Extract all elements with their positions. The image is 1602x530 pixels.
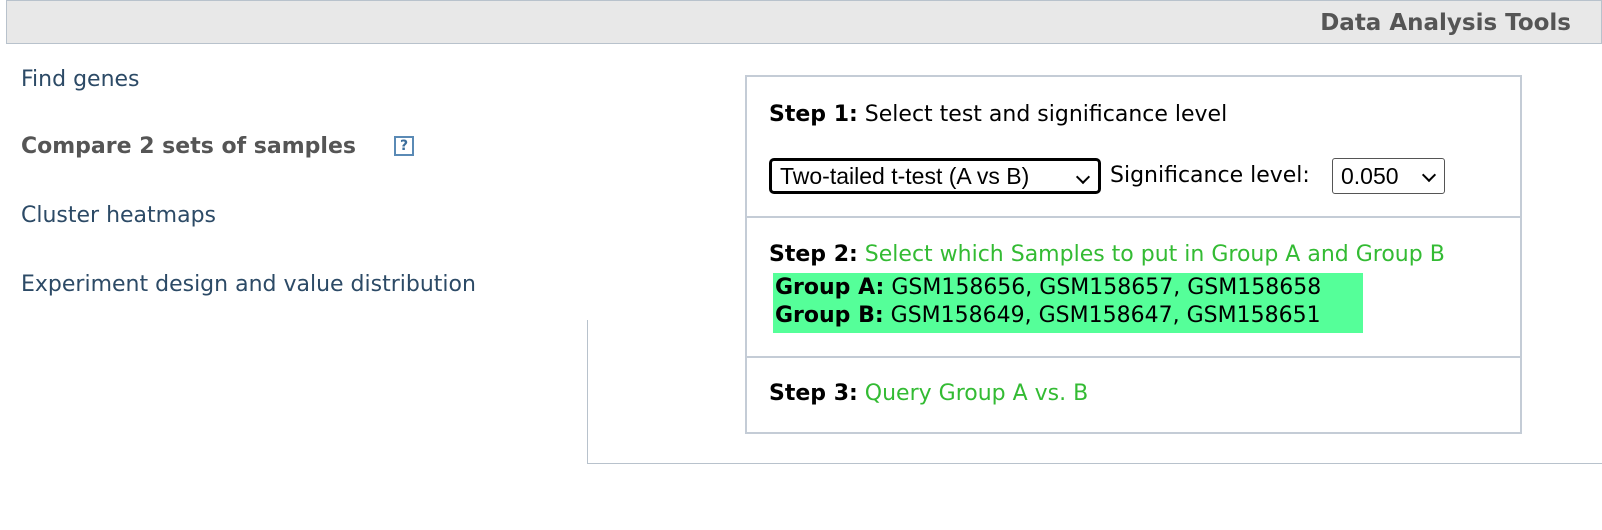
significance-value: 0.050 (1341, 163, 1399, 189)
nav-cluster-heatmaps[interactable]: Cluster heatmaps (21, 203, 216, 228)
nav-find-genes[interactable]: Find genes (21, 67, 140, 92)
significance-select[interactable]: 0.050 (1332, 158, 1445, 194)
select-samples-link[interactable]: Select which Samples to put in Group A a… (865, 242, 1445, 267)
step2-heading: Step 2: Select which Samples to put in G… (769, 242, 1445, 267)
steps-panel: Step 1: Select test and significance lev… (745, 75, 1522, 434)
group-b-samples: GSM158649, GSM158647, GSM158651 (890, 303, 1321, 328)
chevron-down-icon (1075, 169, 1091, 185)
step1-text: Select test and significance level (864, 102, 1228, 127)
chevron-down-icon (1421, 167, 1437, 183)
query-link[interactable]: Query Group A vs. B (865, 381, 1088, 406)
group-a-line: Group A: GSM158656, GSM158657, GSM158658 (775, 275, 1321, 300)
test-type-value: Two-tailed t-test (A vs B) (780, 163, 1030, 189)
group-a-samples: GSM158656, GSM158657, GSM158658 (891, 275, 1322, 300)
step3-section: Step 3: Query Group A vs. B (747, 358, 1520, 434)
step1-section: Step 1: Select test and significance lev… (747, 77, 1520, 218)
frame-divider-vertical (587, 320, 588, 464)
help-icon[interactable]: ? (394, 136, 414, 156)
step3-heading: Step 3: Query Group A vs. B (769, 381, 1088, 406)
groups-summary: Group A: GSM158656, GSM158657, GSM158658… (773, 273, 1363, 333)
header-bar: Data Analysis Tools (6, 0, 1602, 44)
significance-label: Significance level: (1110, 163, 1310, 188)
nav-compare-samples[interactable]: Compare 2 sets of samples (21, 134, 356, 159)
step2-section: Step 2: Select which Samples to put in G… (747, 218, 1520, 358)
step1-heading: Step 1: Select test and significance lev… (769, 102, 1227, 127)
test-type-select[interactable]: Two-tailed t-test (A vs B) (769, 158, 1101, 194)
step1-label: Step 1: (769, 102, 858, 127)
group-b-label: Group B: (775, 303, 884, 328)
step3-label: Step 3: (769, 381, 858, 406)
frame-divider-horizontal (587, 463, 1602, 464)
group-a-label: Group A: (775, 275, 885, 300)
nav-experiment-design[interactable]: Experiment design and value distribution (21, 272, 476, 297)
page-title: Data Analysis Tools (1320, 10, 1571, 36)
step2-label: Step 2: (769, 242, 858, 267)
group-b-line: Group B: GSM158649, GSM158647, GSM158651 (775, 303, 1321, 328)
